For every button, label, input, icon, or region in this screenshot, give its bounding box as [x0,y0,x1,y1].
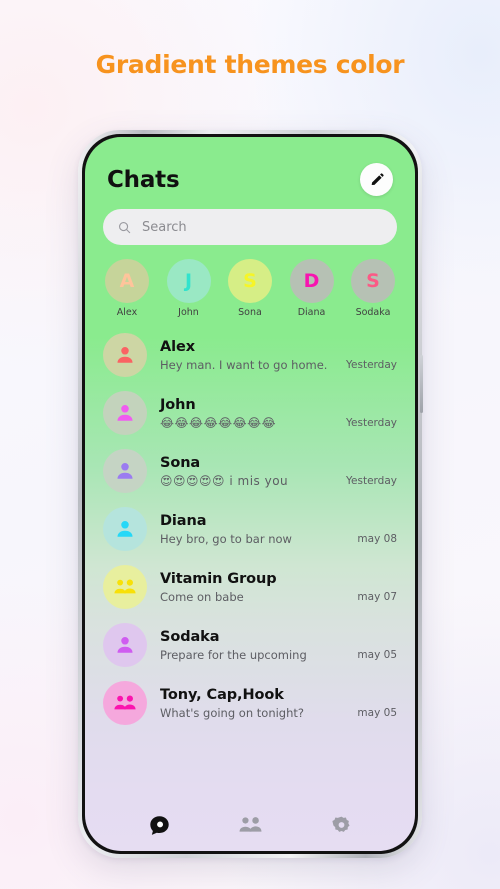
chat-timestamp: Yesterday [346,416,397,429]
story-item-sodaka[interactable]: S Sodaka [351,259,395,318]
story-item-john[interactable]: J John [166,259,211,318]
person-icon [117,405,133,421]
pencil-icon [371,172,384,185]
story-item-diana[interactable]: D Diana [289,259,334,318]
story-avatar: S [351,259,395,303]
story-label: Sona [238,307,262,318]
chat-list-item[interactable]: John 😂😂😂😂😂😂😂😂 Yesterday [85,384,415,442]
chat-contact-name: Diana [160,512,207,529]
page-title: Gradient themes color [95,50,405,79]
nav-item-contacts[interactable] [237,814,264,836]
chat-preview-text: 😍😍😍😍😍 i mis you [160,473,289,488]
chat-text-block: Tony, Cap,Hook What's going on tonight? ma… [160,687,397,720]
app-header: Chats [85,137,415,196]
story-label: Sodaka [355,307,391,318]
gear-icon [332,816,350,832]
story-item-sona[interactable]: S Sona [228,259,272,318]
person-icon [117,521,133,537]
chat-contact-name: Alex [160,338,195,355]
chat-contact-name: Tony, Cap,Hook [160,686,284,703]
chat-timestamp: may 05 [357,648,397,661]
avatar [103,565,147,609]
chat-list-item[interactable]: Tony, Cap,Hook What's going on tonight? ma… [85,674,415,732]
story-avatar: S [228,259,272,303]
phone-frame: Chats Search AAlex J John S Sona D Diana… [78,130,423,858]
nav-item-chats[interactable] [148,814,171,837]
story-avatar: A [105,259,149,303]
app-screen: Chats Search AAlex J John S Sona D Diana… [85,137,415,851]
group-icon [114,695,136,710]
group-icon [114,579,136,594]
chat-preview-line: Hey bro, go to bar now may 08 [160,532,397,546]
chat-preview-line: What's going on tonight? may 05 [160,706,397,720]
chat-preview-line: Prepare for the upcoming may 05 [160,648,397,662]
search-placeholder: Search [142,219,187,235]
story-avatar: D [289,259,334,303]
chat-text-block: Diana Hey bro, go to bar now may 08 [160,513,397,546]
chat-list-item[interactable]: Alex Hey man. I want to go home. Yesterday [85,326,415,384]
chat-preview-text: What's going on tonight? [160,705,305,720]
stories-row: A Alex J John S Sona D Diana S Sodaka [85,245,415,326]
avatar [103,333,147,377]
chat-timestamp: Yesterday [346,358,397,371]
search-icon [118,221,131,233]
person-icon [117,347,133,363]
chat-text-block: Alex Hey man. I want to go home. Yesterday [160,339,397,372]
chat-preview-line: Hey man. I want to go home. Yesterday [160,358,397,372]
phone-bezel: Chats Search AAlex J John S Sona D Diana… [82,134,418,854]
chat-text-block: Sodaka Prepare for the upcoming may 05 [160,629,397,662]
story-label: Alex [116,307,138,318]
chat-contact-name: Vitamin Group [160,570,277,587]
story-label: Diana [297,307,326,318]
chat-preview-text: Hey bro, go to bar now [160,531,292,546]
chat-list: Alex Hey man. I want to go home. Yesterday… [85,326,415,805]
story-label: John [178,307,199,318]
chat-preview-line: Come on babe may 07 [160,590,397,604]
chat-preview-text: Prepare for the upcoming [160,647,307,662]
phone-side-button[interactable] [420,355,423,413]
search-input[interactable]: Search [103,209,397,245]
chat-timestamp: may 07 [357,590,397,603]
person-icon [117,463,133,479]
avatar [103,623,147,667]
avatar [103,449,147,493]
bottom-navigation [85,805,415,851]
avatar [103,507,147,551]
chat-timestamp: may 05 [357,706,397,719]
avatar [103,681,147,725]
screen-title: Chats [107,166,180,193]
chat-timestamp: Yesterday [346,474,397,487]
chat-timestamp: may 08 [357,532,397,545]
story-avatar: J [166,259,211,303]
chat-list-item[interactable]: Vitamin Group Come on babe may 07 [85,558,415,616]
chat-list-item[interactable]: Sona 😍😍😍😍😍 i mis you Yesterday [85,442,415,500]
chat-contact-name: Sona [160,454,201,471]
chat-preview-line: 😂😂😂😂😂😂😂😂 Yesterday [160,416,397,430]
search-section: Search [85,196,415,245]
nav-item-settings[interactable] [331,815,352,836]
chat-list-item[interactable]: Sodaka Prepare for the upcoming may 05 [85,616,415,674]
chat-preview-text: Hey man. I want to go home. [160,357,328,372]
chat-bubble-icon [150,815,169,835]
people-icon [240,817,262,832]
chat-preview-line: 😍😍😍😍😍 i mis you Yesterday [160,474,397,488]
chat-text-block: John 😂😂😂😂😂😂😂😂 Yesterday [160,397,397,430]
chat-text-block: Sona 😍😍😍😍😍 i mis you Yesterday [160,455,397,488]
story-item-alex[interactable]: A Alex [105,259,149,318]
chat-text-block: Vitamin Group Come on babe may 07 [160,571,397,604]
chat-contact-name: John [160,396,196,413]
person-icon [117,637,133,653]
avatar [103,391,147,435]
chat-preview-text: 😂😂😂😂😂😂😂😂 [160,415,277,430]
chat-contact-name: Sodaka [160,628,220,645]
chat-list-item[interactable]: Diana Hey bro, go to bar now may 08 [85,500,415,558]
compose-button[interactable] [360,163,393,196]
chat-preview-text: Come on babe [160,589,244,604]
